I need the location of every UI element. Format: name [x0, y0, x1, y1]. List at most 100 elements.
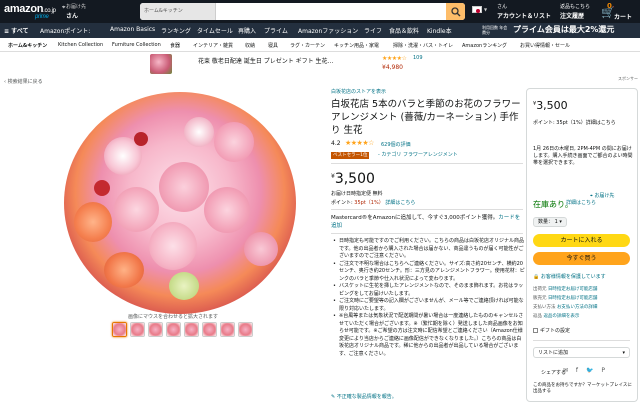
nav-item-fashion[interactable]: Amazonファッション: [298, 26, 358, 35]
thumbnail-7[interactable]: [220, 322, 235, 337]
chevron-down-icon: ▼: [484, 7, 488, 12]
lock-icon: 🔒: [533, 274, 540, 280]
add-to-list-button[interactable]: リストに追加 ▾: [533, 347, 630, 358]
subnav-interior[interactable]: インテリア・雑貨: [193, 42, 233, 49]
rating-stars-icon[interactable]: ★★★★☆: [345, 139, 374, 147]
thumbnail-2[interactable]: [130, 322, 145, 337]
orders-link[interactable]: 注文履歴: [560, 11, 584, 20]
nav-item-kindle[interactable]: Kindle本: [427, 26, 452, 35]
seller-row-label: 販売元: [533, 296, 547, 301]
seller-row-value[interactable]: お支払い方法の詳細: [557, 305, 598, 310]
flower-rose: [244, 232, 278, 266]
flower-berry: [134, 132, 148, 146]
product-main-image[interactable]: [64, 92, 296, 314]
search-category-select[interactable]: ホーム&キッチン: [140, 3, 216, 20]
sell-on-amazon-prompt[interactable]: この商品をお持ちですか？マーケットプレイスに出品する: [533, 383, 633, 395]
nav-item-points[interactable]: Amazonポイント:: [40, 26, 90, 35]
thumbnail-5[interactable]: [184, 322, 199, 337]
nav-item-rebuy[interactable]: 再購入: [238, 26, 256, 35]
image-hover-caption: 画像にマウスを合わせると拡大されます: [128, 314, 219, 320]
nav-item-basics[interactable]: Amazon Basics: [110, 26, 155, 33]
buybox-price-value: 3,500: [536, 99, 568, 112]
thumbnail-8[interactable]: [238, 322, 253, 337]
flower-carnation: [104, 252, 144, 288]
nav-all-menu[interactable]: ≡ すべて: [4, 26, 28, 35]
subnav-furniture-collection[interactable]: Furniture Collection: [112, 42, 161, 48]
report-info-label: 不正確な製品情報を報告。: [336, 394, 397, 400]
subnav-storage[interactable]: 収納: [245, 42, 255, 49]
account-and-lists-link[interactable]: アカウント＆リスト: [497, 11, 551, 20]
seller-row-value[interactable]: 返品の詳細を表示: [543, 314, 579, 319]
buybox-points: ポイント: 35pt（1%）詳細はこちら: [533, 120, 616, 126]
search-button[interactable]: [446, 3, 465, 20]
product-title: 白坂花店 5本のバラと季節のお花のフラワーアレンジメント (薔薇/カーネーション…: [331, 99, 521, 136]
flower-rose: [214, 122, 254, 162]
subnav-ranking[interactable]: Amazonランキング: [462, 42, 507, 49]
seller-row-label: 返品: [533, 314, 542, 319]
ad-thumbnail[interactable]: [150, 54, 172, 74]
buybox-price: ¥3,500: [533, 99, 568, 112]
seller-row-value[interactable]: 日時指定お届け可能店舗: [548, 287, 598, 292]
gift-label: ギフトの設定: [540, 328, 571, 334]
flower-rose: [114, 187, 159, 232]
amazon-logo[interactable]: amazon.co.jp prime: [4, 3, 56, 20]
nav-item-life[interactable]: ライフ: [364, 26, 382, 35]
sponsored-ad[interactable]: 花束 敬老日配達 誕生日 プレゼント ギフト 生花... ★★★★☆ 109 ¥…: [150, 52, 450, 76]
thumbnail-4[interactable]: [166, 322, 181, 337]
subnav-tableware[interactable]: 食器: [170, 42, 180, 49]
feature-bullet: ご注文で不明な場合はこちらへご連絡ください。サイズ:高さ約20センチ、横約20セ…: [333, 261, 525, 284]
add-to-cart-button[interactable]: カートに入れる: [533, 234, 630, 247]
points-details-link[interactable]: 詳細はこちら: [385, 200, 415, 206]
secure-transaction-link[interactable]: 🔒 お客様情報を保護しています: [533, 273, 606, 280]
ad-title[interactable]: 花束 敬老日配達 誕生日 プレゼント ギフト 生花...: [198, 56, 333, 65]
stock-details-link[interactable]: 詳細はこちら: [566, 199, 596, 206]
buybox-location-link[interactable]: ⌖ お届け先: [590, 192, 614, 199]
returns-label[interactable]: 返品もこちら: [560, 3, 590, 10]
back-to-results-link[interactable]: ‹ 検索結果に戻る: [4, 78, 43, 85]
category-subnav: ホーム&キッチン Kitchen Collection Furniture Co…: [0, 38, 640, 52]
subnav-cleaning[interactable]: 掃除・洗濯・バス・トイレ: [393, 42, 453, 49]
nav-item-prime[interactable]: プライム: [264, 26, 288, 35]
buy-now-button[interactable]: 今すぐ買う: [533, 252, 630, 265]
checkbox-icon: [533, 328, 538, 333]
feature-bullet: ※台風等または気象状況で配送期間が暑い場合は一度連絡したもののキャンセルさせてい…: [333, 313, 525, 358]
brand-store-link[interactable]: 白坂花店のストアを表示: [331, 88, 386, 95]
subnav-kitchen-appliances[interactable]: キッチン用品・家電: [334, 42, 379, 49]
subnav-home-kitchen[interactable]: ホーム&キッチン: [8, 42, 47, 49]
ad-review-count[interactable]: 109: [413, 55, 423, 61]
subnav-kitchen-collection[interactable]: Kitchen Collection: [58, 42, 103, 48]
bestseller-category-link[interactable]: - カテゴリ フラワーアレンジメント: [378, 151, 458, 158]
search-input[interactable]: [220, 3, 440, 20]
thumbnail-3[interactable]: [148, 322, 163, 337]
gift-option-checkbox[interactable]: ギフトの設定: [533, 327, 570, 334]
cart-link[interactable]: カート: [614, 12, 632, 21]
share-icons[interactable]: ✉ f 🐦 P: [563, 367, 608, 374]
quantity-select[interactable]: 数量： 1 ▾: [533, 217, 567, 227]
feature-bullet: ご注文時にご要望等の記入欄がございませんが、メール等でご連絡頂ければ可能な限り対…: [333, 298, 525, 313]
nav-item-timesale[interactable]: タイムセール: [197, 26, 233, 35]
product-price: ¥3,500: [331, 171, 375, 187]
subnav-deals[interactable]: お買い得情報・セール: [520, 42, 570, 49]
bestseller-badge[interactable]: ベストセラー1位: [331, 152, 370, 159]
thumbnail-1[interactable]: [112, 322, 127, 337]
seller-row-label: 出荷元: [533, 287, 547, 292]
seller-row-value[interactable]: 日時指定お届け可能店舗: [548, 296, 598, 301]
report-info-link[interactable]: ✎ 不正確な製品情報を報告。: [331, 393, 397, 400]
flower-berry: [94, 180, 110, 196]
flower-orchid: [184, 117, 214, 147]
nav-item-food[interactable]: 食品＆飲料: [389, 26, 419, 35]
deliver-to-name[interactable]: さん: [66, 11, 78, 20]
nav-item-ranking[interactable]: ランキング: [161, 26, 191, 35]
subnav-bedding[interactable]: 寝具: [268, 42, 278, 49]
divider: [331, 233, 523, 234]
points-value: 35pt（1%）: [354, 200, 384, 206]
thumbnail-6[interactable]: [202, 322, 217, 337]
subnav-rugs[interactable]: ラグ・カーテン: [290, 42, 325, 49]
japan-flag-icon[interactable]: [472, 6, 482, 13]
review-count-link[interactable]: 629個の評価: [381, 141, 411, 148]
prime-banner[interactable]: プライム会員は最大2%還元: [513, 24, 614, 35]
points-info: ポイント: 35pt（1%） 詳細はこちら: [331, 199, 415, 206]
deliver-to-label[interactable]: お届け先: [66, 3, 86, 10]
cart-icon[interactable]: 🛒: [601, 6, 615, 19]
account-greeting[interactable]: さん: [497, 3, 507, 10]
